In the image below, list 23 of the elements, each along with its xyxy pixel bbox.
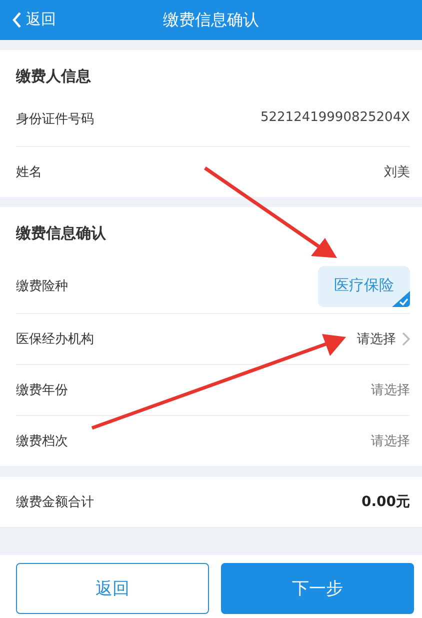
field-label: 缴费年份	[16, 382, 68, 399]
back-label: 返回	[26, 10, 56, 29]
field-label: 身份证件号码	[16, 111, 94, 128]
return-button[interactable]: 返回	[16, 563, 209, 614]
section-title: 缴费人信息	[16, 66, 91, 86]
back-button[interactable]: 返回	[10, 8, 58, 31]
field-label: 缴费险种	[16, 278, 68, 295]
field-label: 医保经办机构	[16, 331, 94, 348]
check-icon	[392, 290, 410, 306]
field-value: 刘美	[384, 164, 410, 181]
total-amount: 0.00元	[361, 493, 410, 511]
next-button[interactable]: 下一步	[221, 563, 414, 614]
field-value: 52212419990825204X	[260, 110, 410, 125]
back-icon	[12, 12, 22, 28]
field-label: 姓名	[16, 164, 42, 181]
select-field[interactable]: 请选择	[371, 381, 410, 399]
field-label: 缴费档次	[16, 433, 68, 450]
select-field[interactable]: 请选择	[371, 432, 410, 450]
total-label: 缴费金额合计	[16, 494, 94, 511]
page-title: 缴费信息确认	[163, 10, 259, 30]
insurance-option[interactable]: 医疗保险	[318, 266, 410, 306]
section-title: 缴费信息确认	[16, 222, 106, 244]
select-field[interactable]: 请选择	[357, 330, 410, 348]
